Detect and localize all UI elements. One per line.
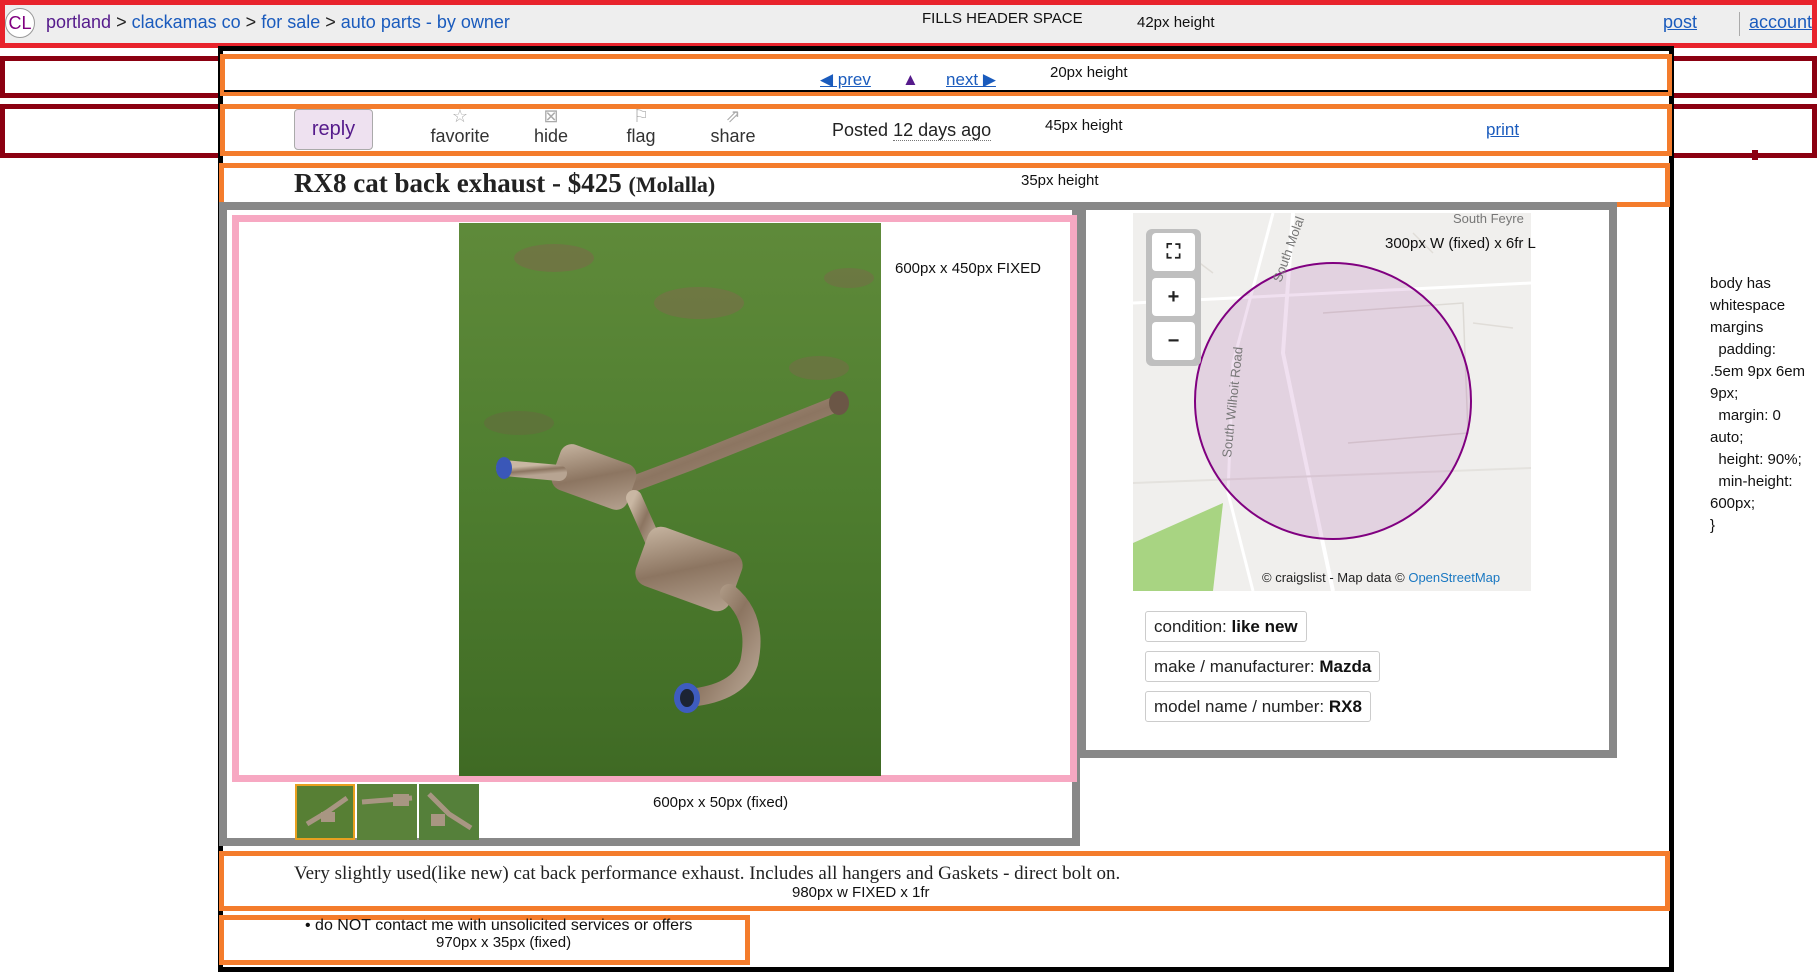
breadcrumb-separator: > bbox=[116, 12, 127, 32]
breadcrumb-for-sale[interactable]: for sale bbox=[261, 12, 320, 32]
attribute-value[interactable]: like new bbox=[1232, 617, 1298, 636]
next-link[interactable]: next ▶ bbox=[946, 70, 996, 90]
attribute-model: model name / number: RX8 bbox=[1145, 691, 1371, 722]
zoom-in-icon[interactable]: + bbox=[1152, 278, 1195, 316]
print-link[interactable]: print bbox=[1486, 120, 1519, 140]
breadcrumb-clackamas[interactable]: clackamas co bbox=[132, 12, 241, 32]
thumbnail-3[interactable] bbox=[419, 784, 479, 840]
posting-location: (Molalla) bbox=[628, 172, 716, 197]
notice-item: • do NOT contact me with unsolicited ser… bbox=[305, 917, 692, 935]
flag-icon: ⚐ bbox=[632, 106, 650, 126]
band-tick bbox=[1752, 150, 1758, 160]
attribute-value[interactable]: Mazda bbox=[1319, 657, 1371, 676]
star-icon: ☆ bbox=[451, 106, 469, 126]
notices-size-note: 970px x 35px (fixed) bbox=[436, 934, 572, 951]
flag-button[interactable]: ⚐ flag bbox=[615, 106, 667, 147]
header-fill-note: FILLS HEADER SPACE bbox=[922, 10, 1083, 27]
reply-button[interactable]: reply bbox=[294, 109, 373, 150]
body-css-note: body has whitespace margins padding: .5e… bbox=[1710, 275, 1806, 534]
attribute-label: make / manufacturer: bbox=[1154, 657, 1315, 676]
prev-link[interactable]: ◀ prev bbox=[820, 70, 871, 90]
map-attribution-text: © craigslist - Map data © bbox=[1262, 570, 1405, 585]
share-icon: ⇗ bbox=[725, 106, 741, 126]
posted-relative-time: 12 days ago bbox=[893, 120, 992, 141]
thumbnail-1[interactable] bbox=[295, 784, 355, 840]
attribute-label: model name / number: bbox=[1154, 697, 1325, 716]
map-size-note: 300px W (fixed) x 6fr L bbox=[1385, 235, 1536, 252]
hide-x-icon: ⊠ bbox=[543, 106, 559, 126]
up-arrow-icon[interactable]: ▲ bbox=[902, 70, 919, 90]
posted-prefix: Posted bbox=[832, 120, 889, 140]
notice-text: do NOT contact me with unsolicited servi… bbox=[315, 917, 693, 934]
actions-height-note: 45px height bbox=[1045, 117, 1123, 134]
share-button[interactable]: ⇗ share bbox=[702, 106, 764, 147]
posting-title: RX8 cat back exhaust - $425 (Molalla) bbox=[294, 168, 715, 199]
hide-button[interactable]: ⊠ hide bbox=[523, 106, 579, 147]
title-height-note: 35px height bbox=[1021, 172, 1099, 189]
map-road-label-feyre: South Feyre bbox=[1453, 213, 1524, 226]
posted-date: Posted 12 days ago bbox=[832, 120, 992, 141]
post-link[interactable]: post bbox=[1663, 12, 1697, 33]
hide-label: hide bbox=[533, 126, 569, 146]
favorite-button[interactable]: ☆ favorite bbox=[428, 106, 492, 147]
breadcrumb-separator: > bbox=[325, 12, 336, 32]
posting-title-text: RX8 cat back exhaust - $425 bbox=[294, 168, 622, 198]
breadcrumb-auto-parts[interactable]: auto parts - by owner bbox=[341, 12, 510, 32]
bullet-icon: • bbox=[305, 917, 316, 934]
exhaust-photo[interactable] bbox=[459, 223, 881, 776]
nav-row-rule bbox=[224, 90, 1668, 92]
attribute-make: make / manufacturer: Mazda bbox=[1145, 651, 1381, 682]
breadcrumb-portland[interactable]: portland bbox=[46, 12, 111, 32]
thumbnail-2[interactable] bbox=[357, 784, 417, 840]
breadcrumb: portland > clackamas co > for sale > aut… bbox=[46, 12, 510, 33]
openstreetmap-link[interactable]: OpenStreetMap bbox=[1408, 570, 1500, 585]
attribute-label: condition: bbox=[1154, 617, 1227, 636]
attribute-value[interactable]: RX8 bbox=[1329, 697, 1362, 716]
favorite-label: favorite bbox=[430, 126, 490, 146]
attribute-condition: condition: like new bbox=[1145, 611, 1307, 642]
fullscreen-icon[interactable]: ⛶ bbox=[1152, 233, 1195, 271]
thumbnail-size-note: 600px x 50px (fixed) bbox=[653, 794, 789, 811]
zoom-out-icon[interactable]: − bbox=[1152, 322, 1195, 360]
nav-height-note: 20px height bbox=[1050, 64, 1128, 81]
posting-description: Very slightly used(like new) cat back pe… bbox=[294, 863, 1121, 884]
breadcrumb-separator: > bbox=[245, 12, 257, 32]
share-label: share bbox=[710, 126, 756, 146]
flag-label: flag bbox=[626, 126, 656, 146]
header-divider bbox=[1739, 12, 1740, 36]
craigslist-logo[interactable]: CL bbox=[5, 8, 35, 38]
map-attribution: © craigslist - Map data © OpenStreetMap bbox=[1262, 570, 1500, 585]
header-height-note: 42px height bbox=[1137, 14, 1215, 31]
description-size-note: 980px w FIXED x 1fr bbox=[792, 884, 930, 901]
image-size-note: 600px x 450px FIXED bbox=[895, 260, 1041, 277]
account-link[interactable]: account bbox=[1749, 12, 1812, 33]
